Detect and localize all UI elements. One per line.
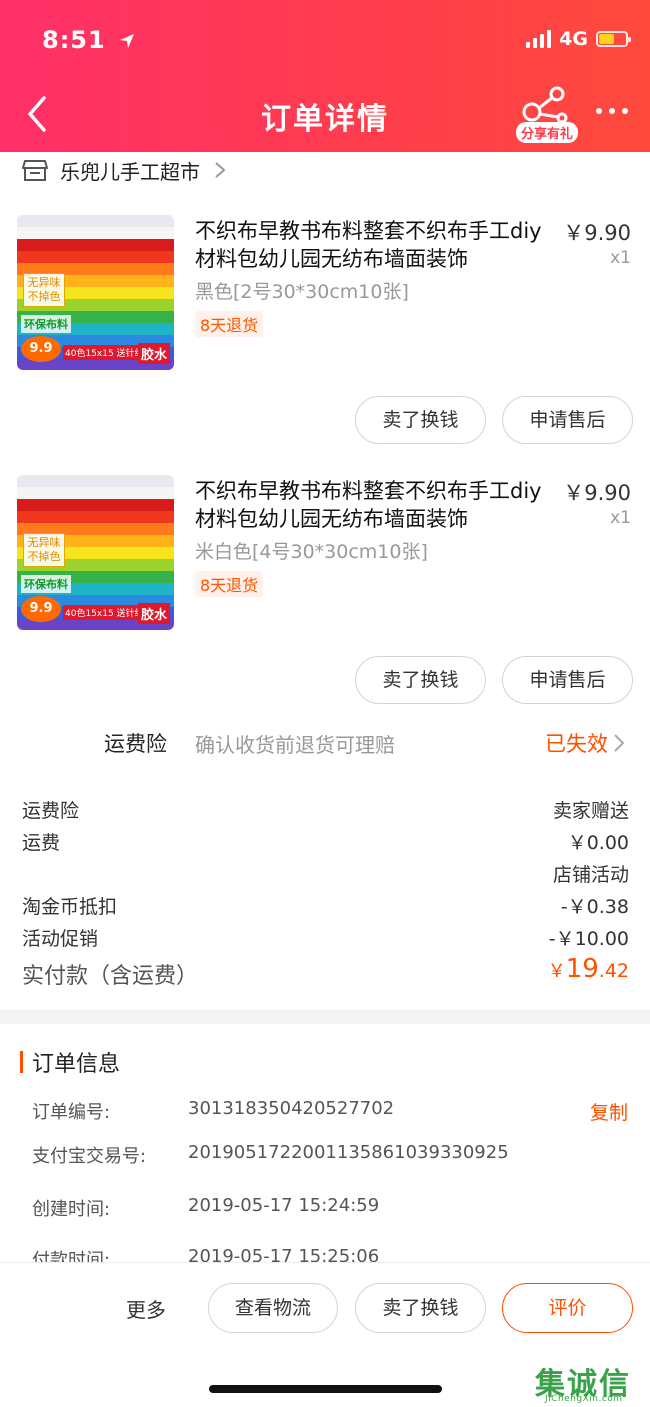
item-price: ￥9.90	[563, 481, 631, 505]
product-thumbnail[interactable]: 无异味 不掉色 环保布料 9.9 40色15x15 送针线 胶水	[17, 475, 174, 630]
info-row: 创建时间: 2019-05-17 15:24:59	[32, 1195, 628, 1225]
product-thumbnail[interactable]: 无异味 不掉色 环保布料 9.9 40色15x15 送针线 胶水	[17, 215, 174, 370]
item-sku: 黑色[2号30*30cm10张]	[195, 281, 409, 303]
thumb-badge: 无异味 不掉色	[23, 273, 65, 307]
item-title[interactable]: 不织布早教书布料整套不织布手工diy材料包幼儿园无纺布墙面装饰	[195, 477, 545, 533]
thumb-eco-label: 环保布料	[21, 315, 71, 333]
dot-icon	[596, 108, 602, 114]
accent-bar	[20, 1051, 23, 1073]
insurance-description: 确认收货前退货可理赔	[195, 733, 395, 757]
home-indicator[interactable]	[209, 1385, 442, 1393]
fee-row: 运费险 卖家赠送	[22, 796, 629, 826]
fee-row: 淘金币抵扣 -￥0.38	[22, 892, 629, 922]
thumb-spec: 40色15x15 送针线	[63, 345, 146, 360]
info-key: 订单编号:	[32, 1102, 111, 1123]
status-indicators: 4G	[526, 28, 631, 50]
item-sku: 米白色[4号30*30cm10张]	[195, 541, 428, 563]
item-quantity: x1	[610, 248, 631, 268]
info-row: 支付宝交易号: 2019051722001135861039330925	[32, 1142, 628, 1172]
network-type: 4G	[559, 28, 588, 50]
total-paid-row: 实付款（含运费） ￥19.42	[22, 954, 629, 990]
sell-button[interactable]: 卖了换钱	[355, 1283, 486, 1333]
shop-link[interactable]: 乐兜儿手工超市	[22, 155, 228, 185]
total-label: 实付款（含运费）	[22, 964, 199, 989]
battery-icon	[596, 31, 631, 47]
fee-value: 店铺活动	[552, 864, 629, 886]
status-time: 8:51	[42, 26, 135, 54]
section-divider	[0, 1010, 650, 1024]
store-icon	[22, 160, 48, 181]
dot-icon	[609, 108, 615, 114]
fee-label: 淘金币抵扣	[22, 896, 118, 918]
total-decimal: .42	[598, 960, 629, 982]
item-price: ￥9.90	[563, 221, 631, 245]
after-sales-button[interactable]: 申请售后	[502, 656, 633, 704]
sell-button[interactable]: 卖了换钱	[355, 656, 486, 704]
status-time-text: 8:51	[42, 26, 106, 54]
shop-name: 乐兜儿手工超市	[60, 159, 200, 184]
chevron-right-icon	[215, 162, 226, 178]
info-value: 301318350420527702	[188, 1098, 395, 1119]
thumb-price: 9.9	[21, 596, 61, 622]
fee-value: ￥0.00	[567, 832, 629, 854]
fee-row: 店铺活动	[22, 860, 629, 890]
fee-label: 运费	[22, 832, 61, 854]
order-item: 无异味 不掉色 环保布料 9.9 40色15x15 送针线 胶水 不织布早教书布…	[0, 475, 650, 715]
more-options-button[interactable]	[596, 108, 628, 114]
bottom-action-bar: 更多 查看物流 卖了换钱 评价 集诚信 JiChengXin.com	[0, 1262, 650, 1407]
order-item: 无异味 不掉色 环保布料 9.9 40色15x15 送针线 胶水 不织布早教书布…	[0, 215, 650, 455]
location-arrow-icon	[120, 34, 135, 48]
thumb-eco-label: 环保布料	[21, 575, 71, 593]
thumb-price: 9.9	[21, 336, 61, 362]
currency-symbol: ￥	[547, 961, 566, 982]
signal-icon	[526, 30, 552, 48]
share-button[interactable]: 分享有礼	[512, 86, 579, 146]
shipping-insurance-row[interactable]: 运费险 确认收货前退货可理赔 已失效	[0, 726, 650, 760]
more-button[interactable]: 更多	[126, 1294, 166, 1323]
after-sales-button[interactable]: 申请售后	[502, 396, 633, 444]
fee-row: 活动促销 -￥10.00	[22, 924, 629, 954]
fee-label: 运费险	[22, 800, 80, 822]
thumb-badge: 无异味 不掉色	[23, 533, 65, 567]
item-title[interactable]: 不织布早教书布料整套不织布手工diy材料包幼儿园无纺布墙面装饰	[195, 217, 545, 273]
view-logistics-button[interactable]: 查看物流	[208, 1283, 338, 1333]
info-key: 支付宝交易号:	[32, 1146, 147, 1167]
thumb-glue: 胶水	[137, 343, 170, 364]
share-icon	[522, 86, 568, 124]
watermark-url: JiChengXin.com	[545, 1394, 623, 1404]
fee-value: 卖家赠送	[552, 800, 629, 822]
dot-icon	[622, 108, 628, 114]
return-policy-tag: 8天退货	[195, 571, 264, 597]
info-value: 2019051722001135861039330925	[188, 1142, 509, 1163]
app-header: 8:51 4G 订单详情 分享有礼	[0, 0, 650, 152]
thumb-glue: 胶水	[137, 603, 170, 624]
sell-button[interactable]: 卖了换钱	[355, 396, 486, 444]
total-amount: ￥19.42	[548, 954, 629, 984]
copy-button[interactable]: 复制	[590, 1098, 628, 1125]
fee-label: 活动促销	[22, 928, 99, 950]
info-key: 创建时间:	[32, 1199, 111, 1220]
return-policy-tag: 8天退货	[195, 311, 264, 337]
item-quantity: x1	[610, 508, 631, 528]
insurance-label: 运费险	[104, 732, 167, 756]
fee-value: -￥10.00	[548, 928, 629, 950]
insurance-status: 已失效	[545, 732, 608, 756]
review-button[interactable]: 评价	[502, 1283, 633, 1333]
order-info-header: 订单信息	[20, 1046, 120, 1078]
info-value: 2019-05-17 15:24:59	[188, 1195, 380, 1216]
fee-value: -￥0.38	[560, 896, 629, 918]
chevron-right-icon	[614, 734, 625, 752]
thumb-spec: 40色15x15 送针线	[63, 605, 146, 620]
fee-row: 运费 ￥0.00	[22, 828, 629, 858]
info-row: 订单编号: 301318350420527702 复制	[32, 1098, 628, 1128]
share-badge: 分享有礼	[516, 122, 579, 143]
watermark-logo: 集诚信 JiChengXin.com	[531, 1359, 650, 1405]
total-integer: 19	[565, 954, 599, 984]
order-info-title: 订单信息	[32, 1052, 121, 1077]
